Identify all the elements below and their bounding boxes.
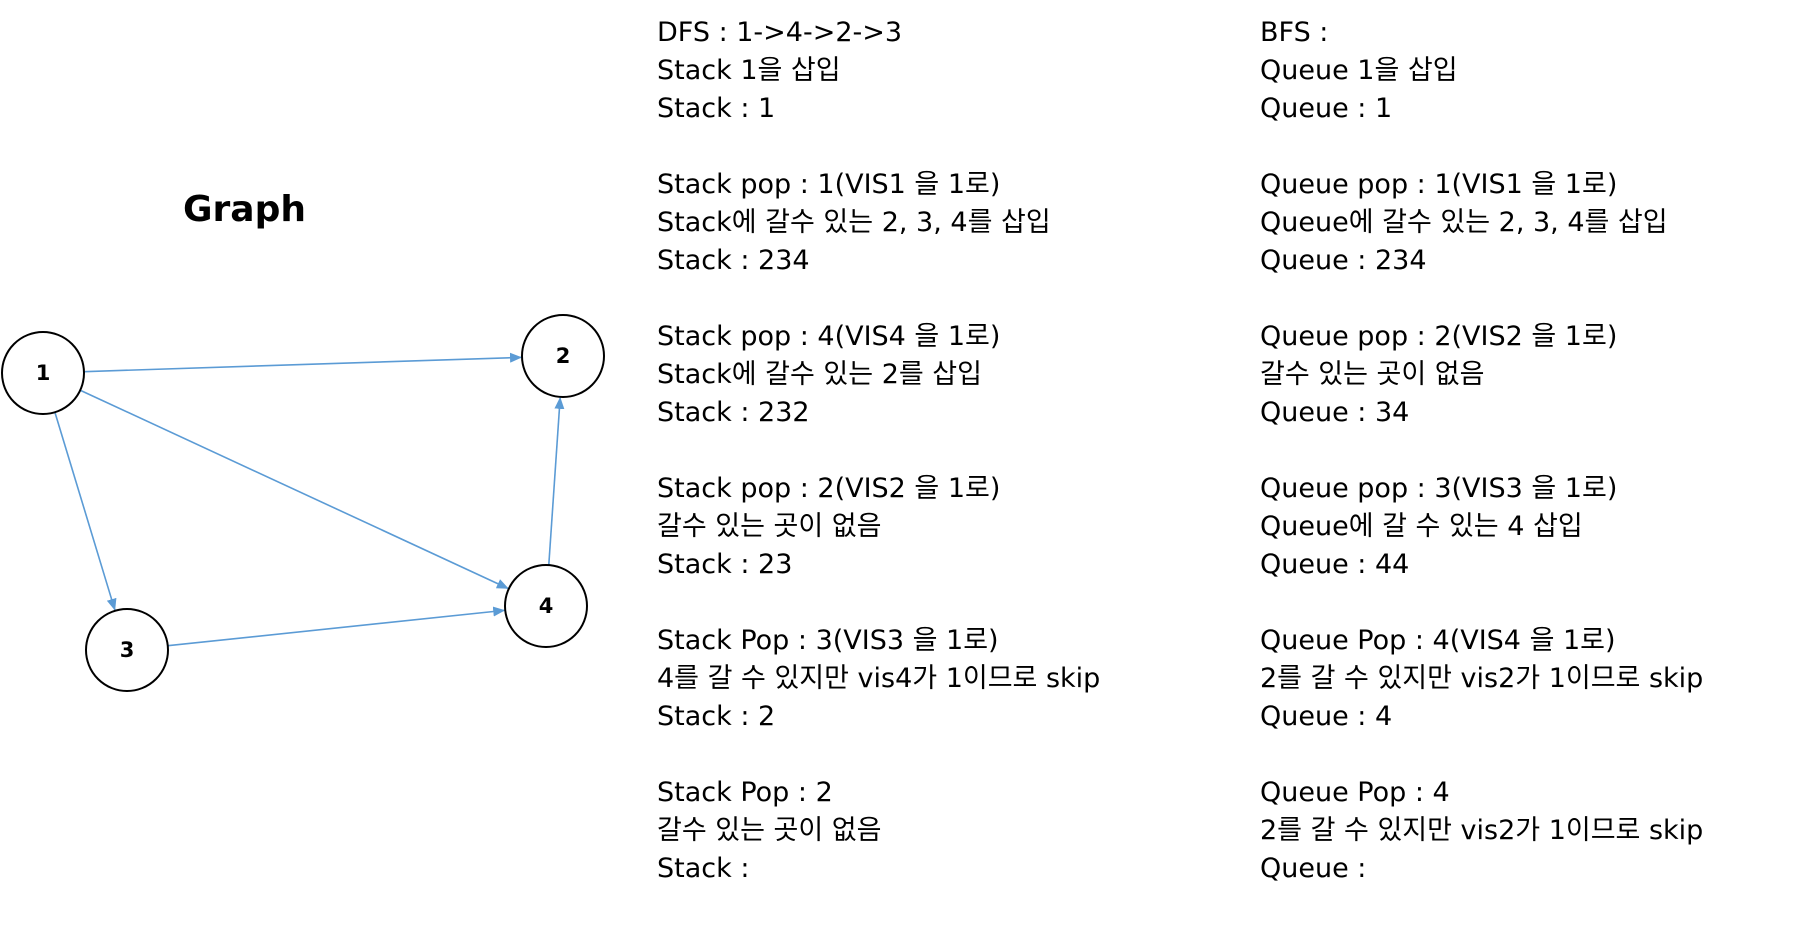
bfs-line: Queue pop : 2(VIS2 을 1로) [1260,321,1618,352]
edge-1-to-2 [83,352,523,373]
bfs-line: Queue : 44 [1260,549,1410,580]
dfs-line: Stack Pop : 3(VIS3 을 1로) [657,625,999,656]
dfs-line: Stack Pop : 2 [657,777,833,808]
dfs-step: Stack pop : 4(VIS4 을 1로) Stack에 갈수 있는 2를 … [657,318,1100,432]
dfs-line: 갈수 있는 곳이 없음 [657,815,882,846]
dfs-line: Stack : [657,853,750,884]
bfs-step: Queue pop : 2(VIS2 을 1로) 갈수 있는 곳이 없음 Queue… [1260,318,1703,432]
dfs-line: 갈수 있는 곳이 없음 [657,511,882,542]
bfs-line: Queue pop : 3(VIS3 을 1로) [1260,473,1618,504]
bfs-line: Queue Pop : 4 [1260,777,1450,808]
bfs-line: 2를 갈 수 있지만 vis2가 1이므로 skip [1260,663,1704,694]
dfs-line: Stack에 갈수 있는 2, 3, 4를 삽입 [657,207,1051,238]
bfs-step: Queue Pop : 4(VIS4 을 1로) 2를 갈 수 있지만 vis2가… [1260,622,1703,736]
dfs-line: Stack : 1 [657,93,776,124]
edge-1-to-4 [79,389,509,590]
node-label: 2 [556,344,571,368]
dfs-step: DFS : 1->4->2->3 Stack 1을 삽입 Stack : 1 [657,14,1100,128]
dfs-line: Stack : 2 [657,701,776,732]
graph-node-4: 4 [504,564,588,648]
dfs-line: Stack : 234 [657,245,810,276]
bfs-line: Queue : 4 [1260,701,1393,732]
bfs-step: Queue pop : 1(VIS1 을 1로) Queue에 갈수 있는 2, … [1260,166,1703,280]
dfs-step: Stack pop : 1(VIS1 을 1로) Stack에 갈수 있는 2, … [657,166,1100,280]
bfs-line: Queue pop : 1(VIS1 을 1로) [1260,169,1618,200]
dfs-line: Stack pop : 4(VIS4 을 1로) [657,321,1001,352]
dfs-line: Stack에 갈수 있는 2를 삽입 [657,359,982,390]
bfs-line: Queue Pop : 4(VIS4 을 1로) [1260,625,1616,656]
bfs-line: Queue에 갈 수 있는 4 삽입 [1260,511,1583,542]
dfs-step: Stack Pop : 3(VIS3 을 1로) 4를 갈 수 있지만 vis4가… [657,622,1100,736]
bfs-line: BFS : [1260,17,1329,48]
dfs-trace: DFS : 1->4->2->3 Stack 1을 삽입 Stack : 1 Stac… [657,14,1100,926]
node-label: 3 [120,638,135,662]
node-label: 4 [539,594,554,618]
dfs-step: Stack pop : 2(VIS2 을 1로) 갈수 있는 곳이 없음 Stack… [657,470,1100,584]
bfs-step: Queue pop : 3(VIS3 을 1로) Queue에 갈 수 있는 4 … [1260,470,1703,584]
dfs-line: 4를 갈 수 있지만 vis4가 1이므로 skip [657,663,1101,694]
edge-3-to-4 [167,606,506,647]
edge-1-to-3 [54,412,117,611]
bfs-line: Queue 1을 삽입 [1260,55,1458,86]
dfs-line: Stack pop : 2(VIS2 을 1로) [657,473,1001,504]
bfs-line: 갈수 있는 곳이 없음 [1260,359,1485,390]
dfs-line: DFS : 1->4->2->3 [657,17,903,48]
dfs-line: Stack : 23 [657,549,793,580]
graph-node-2: 2 [521,314,605,398]
bfs-line: Queue : 234 [1260,245,1427,276]
bfs-line: Queue에 갈수 있는 2, 3, 4를 삽입 [1260,207,1668,238]
dfs-line: Stack 1을 삽입 [657,55,841,86]
dfs-line: Stack : 232 [657,397,810,428]
node-label: 1 [36,361,51,385]
bfs-step: Queue Pop : 4 2를 갈 수 있지만 vis2가 1이므로 skip Q… [1260,774,1703,888]
edge-4-to-2 [547,396,565,566]
graph-node-1: 1 [1,331,85,415]
bfs-trace: BFS : Queue 1을 삽입 Queue : 1 Queue pop : 1(V… [1260,14,1703,926]
dfs-line: Stack pop : 1(VIS1 을 1로) [657,169,1001,200]
bfs-line: Queue : [1260,853,1367,884]
bfs-step: BFS : Queue 1을 삽입 Queue : 1 [1260,14,1703,128]
graph-diagram: 1 2 3 4 [1,314,605,692]
graph-node-3: 3 [85,608,169,692]
bfs-line: Queue : 1 [1260,93,1393,124]
bfs-line: Queue : 34 [1260,397,1410,428]
dfs-step: Stack Pop : 2 갈수 있는 곳이 없음 Stack : [657,774,1100,888]
bfs-line: 2를 갈 수 있지만 vis2가 1이므로 skip [1260,815,1704,846]
